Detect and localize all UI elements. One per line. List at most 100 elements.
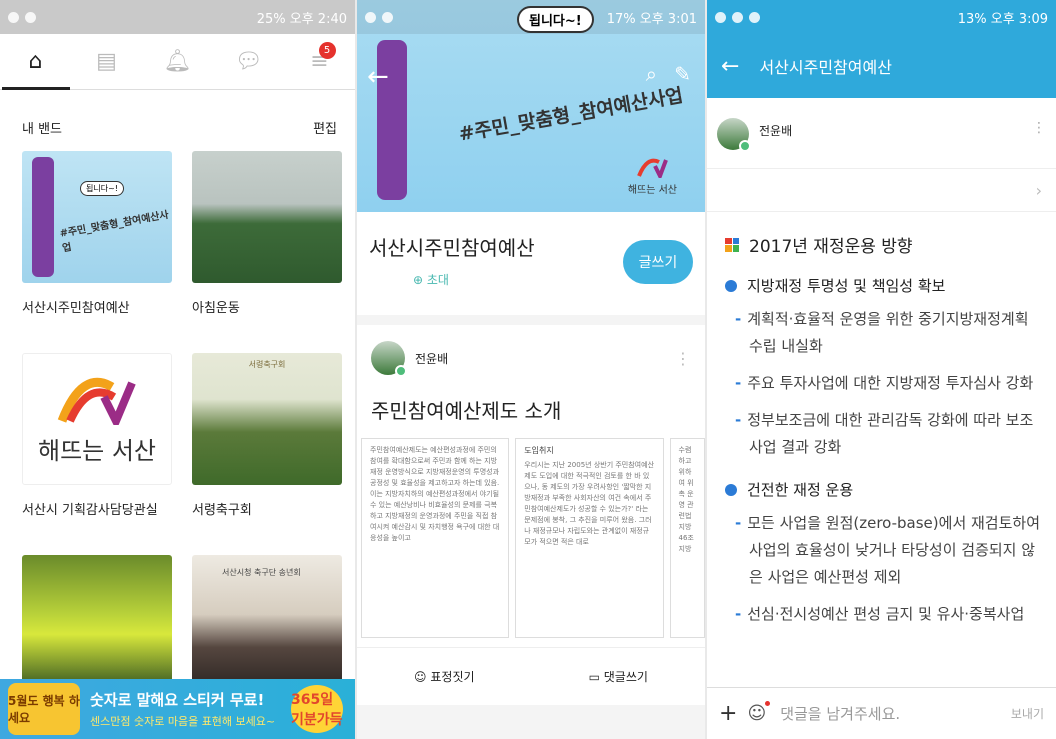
app-bar: ← 서산시주민참여예산 xyxy=(707,34,1056,98)
band-feed-screen: 17% 오후 3:01 ← ⌕ ✎ 됩니다~! #주민_맞춤형_참여예산사업 해… xyxy=(357,0,705,739)
band-thumbnail: 됩니다~! #주민_맞춤형_참여예산사업 xyxy=(22,151,172,283)
band-thumbnail: 해뜨는 서산 xyxy=(22,353,172,485)
emoji-react-button[interactable]: ☺ 표정짓기 xyxy=(414,668,475,685)
doc-text: 우리시는 지난 2005년 상반기 주민참여예산제도 도입에 대한 적극적인 검… xyxy=(524,461,655,546)
post-info-row[interactable]: › xyxy=(707,168,1056,212)
doc-heading: 도입취지 xyxy=(524,446,554,455)
seosan-logo-icon xyxy=(637,158,669,181)
seosan-logo-icon xyxy=(57,377,136,425)
emoji-icon[interactable]: ☺ xyxy=(747,701,770,724)
band-thumbnail xyxy=(192,151,342,283)
colored-squares-icon xyxy=(725,237,739,252)
comment-input[interactable]: 댓글을 남겨주세요. xyxy=(780,703,900,724)
battery-text: 13% xyxy=(957,11,987,27)
battery-text: 17% xyxy=(606,11,636,27)
notification-icon xyxy=(715,11,726,23)
bullet-item: - 주요 투자사업에 대한 지방재정 투자심사 강화 xyxy=(735,374,1034,392)
time-text: 오후 3:09 xyxy=(990,11,1048,27)
write-post-button[interactable]: 글쓰기 xyxy=(623,240,693,284)
bullet-item: - 모든 사업을 원점(zero-base)에서 재검토하여 사업의 효율성이 낮… xyxy=(735,514,1041,586)
smile-icon: ☺ xyxy=(414,670,431,684)
band-name: 아침운동 xyxy=(192,301,240,316)
photo-caption: 서산시청 축구단 송년회 xyxy=(222,568,301,577)
avatar xyxy=(371,341,407,377)
cartoon-figure xyxy=(363,10,433,210)
chevron-right-icon: › xyxy=(1035,180,1042,200)
band-name: 서산시 기획감사담당관실 xyxy=(22,503,158,518)
band-cover: 17% 오후 3:01 ← ⌕ ✎ 됩니다~! #주민_맞춤형_참여예산사업 해… xyxy=(357,0,705,212)
speech-bubble: 됩니다~! xyxy=(80,181,124,196)
post-content: 2017년 재정운용 방향 지방재정 투명성 및 책임성 확보 - 계획적·효율적… xyxy=(707,212,1056,628)
band-card[interactable]: 됩니다~! #주민_맞춤형_참여예산사업 서산시주민참여예산 xyxy=(22,151,172,353)
author-name: 전윤배 xyxy=(415,351,449,366)
document-page: 주민참여예산제도는 예산편성과정에 주민의 참여를 확대함으로써 주민과 함께 … xyxy=(361,438,510,638)
comment-button[interactable]: ▭ 댓글쓰기 xyxy=(589,668,648,685)
add-attachment-icon[interactable]: + xyxy=(719,701,737,726)
post-detail-screen: 13% 오후 3:09 ← 서산시주민참여예산 전윤배 ⋮ › 2017년 재정… xyxy=(707,0,1056,739)
menu-icon[interactable]: ≡ 5 xyxy=(300,41,340,82)
bullet-item: - 선심·전시성예산 편성 금지 및 유사·중복사업 xyxy=(735,605,1025,623)
band-thumbnail: 서령축구회 xyxy=(192,353,342,485)
status-bar: 13% 오후 3:09 xyxy=(707,0,1056,34)
banner-sticker: 5월도 행복 하세요 xyxy=(8,683,80,735)
notification-icon xyxy=(8,11,19,23)
post-actions: ☺ 표정짓기 ▭ 댓글쓰기 xyxy=(357,647,705,705)
blue-dot-icon xyxy=(725,483,737,496)
bullet-item: - 계획적·효율적 운영을 위한 중기지방재정계획 수립 내실화 xyxy=(735,310,1029,355)
band-grid: 됩니다~! #주민_맞춤형_참여예산사업 서산시주민참여예산 아침운동 해뜨는 … xyxy=(0,151,355,739)
post-title[interactable]: 주민참여예산제도 소개 xyxy=(357,375,705,424)
search-icon[interactable]: ⌕ xyxy=(646,62,657,86)
cover-hashtag: #주민_맞춤형_참여예산사업 xyxy=(58,209,170,255)
section-title: 내 밴드 xyxy=(22,122,63,137)
comment-bar: + ☺ 댓글을 남겨주세요. 보내기 xyxy=(707,687,1056,739)
document-page: 도입취지 우리시는 지난 2005년 상반기 주민참여예산제도 도입에 대한 적… xyxy=(515,438,664,638)
band-card[interactable]: 서령축구회 서령축구회 xyxy=(192,353,342,555)
notification-icon xyxy=(25,11,36,23)
post-card: 전윤배 ⋮ 주민참여예산제도 소개 주민참여예산제도는 예산편성과정에 주민의 … xyxy=(357,325,705,705)
notification-badge: 5 xyxy=(318,41,336,59)
cover-logo-text: 해뜨는 서산 xyxy=(627,185,677,196)
more-icon[interactable]: ⋮ xyxy=(1032,120,1046,136)
section-heading: 건전한 재정 운용 xyxy=(725,479,1042,500)
band-name: 서령축구회 xyxy=(192,503,252,518)
author-name: 전윤배 xyxy=(759,124,793,138)
time-text: 오후 3:01 xyxy=(639,11,697,27)
content-heading: 2017년 재정운용 방향 xyxy=(725,232,1042,257)
band-card[interactable]: 아침운동 xyxy=(192,151,342,353)
bell-icon[interactable]: 🔔︎ xyxy=(158,42,198,82)
speech-bubble: 됩니다~! xyxy=(517,6,594,33)
post-author[interactable]: 전윤배 ⋮ xyxy=(357,325,705,377)
band-card[interactable]: 해뜨는 서산 서산시 기획감사담당관실 xyxy=(22,353,172,555)
band-name: 서산시주민참여예산 xyxy=(22,301,130,316)
band-home-screen: 25% 오후 2:40 ⌂ ▤ 🔔︎ 💬︎ ≡ 5 내 밴드 편집 됩니다~! #… xyxy=(0,0,355,739)
status-bar: 25% 오후 2:40 xyxy=(0,0,355,34)
photo-caption: 서령축구회 xyxy=(248,360,286,369)
time-text: 오후 2:40 xyxy=(289,11,347,27)
home-icon[interactable]: ⌂ xyxy=(1,42,70,90)
send-button[interactable]: 보내기 xyxy=(1011,705,1044,722)
more-icon[interactable]: ⋮ xyxy=(675,349,691,368)
notification-icon xyxy=(732,11,743,23)
back-arrow-icon[interactable]: ← xyxy=(721,54,739,79)
ad-banner[interactable]: 5월도 행복 하세요 숫자로 말해요 스티커 무료! 센스만점 숫자로 마음을 … xyxy=(0,679,355,739)
comment-icon: ▭ xyxy=(588,670,604,684)
page-title: 서산시주민참여예산 xyxy=(759,58,892,77)
band-thumbnail xyxy=(22,555,172,687)
document-page: 수렴하고 위하여 위촉 운영 관련법 지방 46조 지방 xyxy=(669,438,705,638)
chat-icon[interactable]: 💬︎ xyxy=(229,42,269,82)
banner-title: 숫자로 말해요 스티커 무료! xyxy=(90,691,265,709)
back-arrow-icon[interactable]: ← xyxy=(367,62,389,92)
notification-icon xyxy=(749,11,760,23)
edit-button[interactable]: 편집 xyxy=(313,118,337,137)
section-heading: 지방재정 투명성 및 책임성 확보 xyxy=(725,275,1042,296)
cartoon-figure xyxy=(32,157,54,277)
post-author[interactable]: 전윤배 ⋮ xyxy=(707,98,1056,168)
main-tab-bar: ⌂ ▤ 🔔︎ 💬︎ ≡ 5 xyxy=(0,34,355,90)
band-thumbnail: 서산시청 축구단 송년회 xyxy=(192,555,342,687)
document-preview[interactable]: 주민참여예산제도는 예산편성과정에 주민의 참여를 확대함으로써 주민과 함께 … xyxy=(357,438,705,638)
bullet-item: - 정부보조금에 대한 관리감독 강화에 따라 보조사업 결과 강화 xyxy=(735,411,1034,456)
banner-subtitle: 센스만점 숫자로 마음을 표현해 보세요~ xyxy=(90,715,276,728)
calendar-icon[interactable]: ▤ xyxy=(87,42,127,82)
battery-text: 25% xyxy=(256,11,286,27)
cover-logo: 해뜨는 서산 xyxy=(628,156,677,196)
